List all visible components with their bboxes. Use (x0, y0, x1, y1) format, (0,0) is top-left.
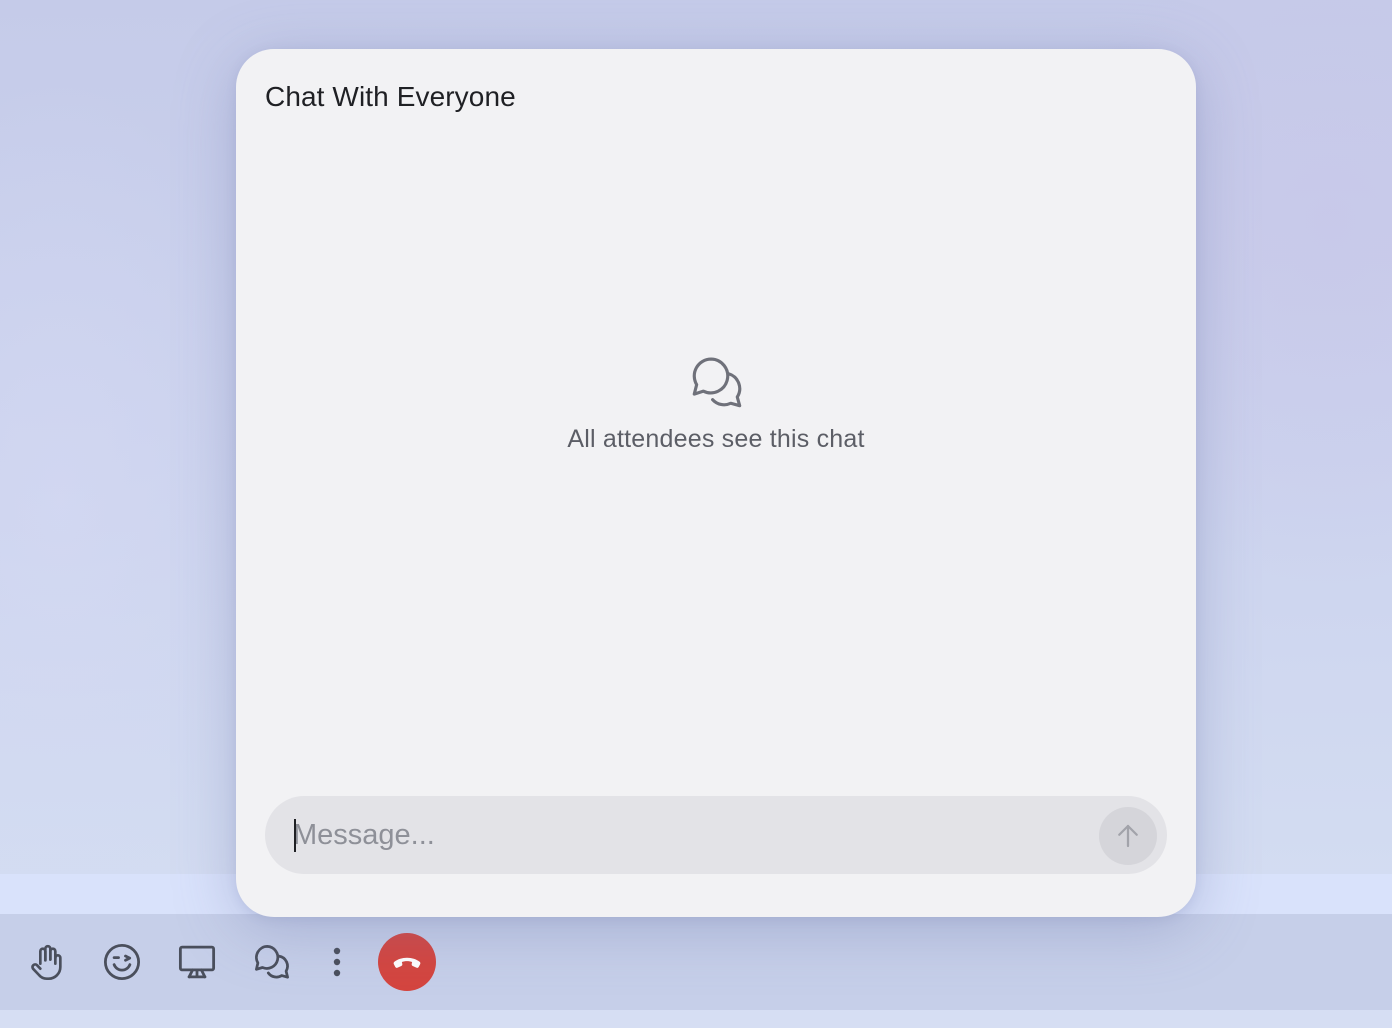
chat-bubbles-icon (692, 357, 742, 408)
meeting-toolbar (0, 914, 1392, 1010)
window-bottom-edge (0, 1010, 1392, 1028)
reactions-button[interactable] (97, 937, 147, 987)
arrow-up-icon (1118, 824, 1138, 848)
chat-empty-state: All attendees see this chat (236, 355, 1196, 454)
chat-panel: Chat With Everyone All attendees see thi… (236, 49, 1196, 917)
reactions-icon (103, 943, 141, 981)
more-icon (333, 947, 341, 977)
share-screen-icon (178, 945, 216, 979)
text-caret (294, 819, 296, 852)
more-options-button[interactable] (322, 937, 352, 987)
chat-empty-text: All attendees see this chat (567, 425, 865, 453)
end-call-button[interactable] (378, 933, 436, 991)
message-composer (265, 796, 1167, 874)
share-screen-button[interactable] (172, 937, 222, 987)
chat-title: Chat With Everyone (265, 81, 516, 112)
end-call-icon (393, 957, 421, 968)
raise-hand-button[interactable] (22, 937, 72, 987)
send-button[interactable] (1099, 807, 1157, 865)
chat-button[interactable] (247, 937, 297, 987)
chat-icon (255, 945, 289, 979)
raise-hand-icon (31, 944, 62, 980)
message-input[interactable] (293, 796, 1073, 874)
